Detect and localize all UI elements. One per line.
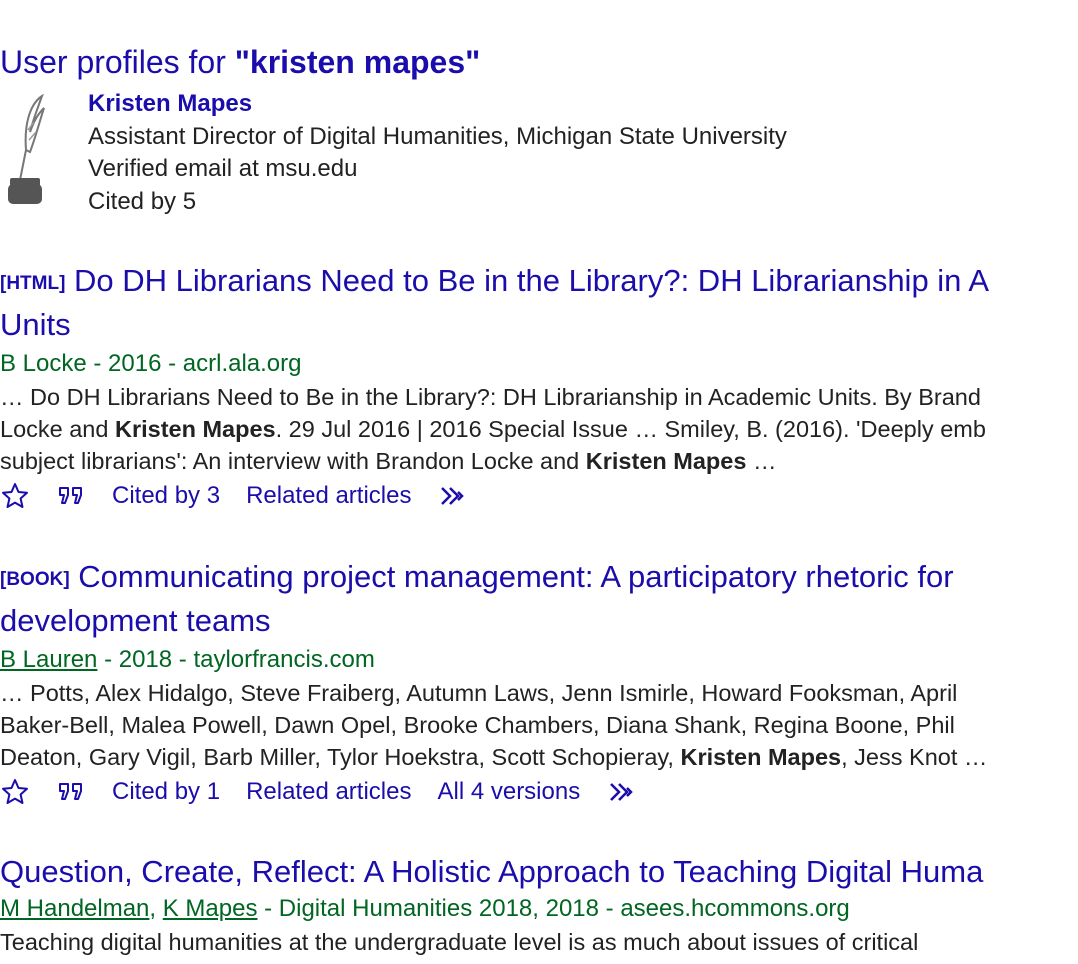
- snippet-line: Teaching digital humanities at the under…: [0, 929, 919, 955]
- all-versions-link[interactable]: All 4 versions: [437, 773, 580, 811]
- result-meta: B Lauren - 2018 - taylorfrancis.com: [0, 646, 375, 673]
- cited-by-link[interactable]: Cited by 1: [112, 773, 220, 811]
- profile-name-link[interactable]: Kristen Mapes: [88, 88, 787, 121]
- result-actions: Cited by 3 Related articles: [0, 477, 1078, 515]
- result-author-link[interactable]: K Mapes: [163, 895, 258, 922]
- result-meta: B Locke - 2016 - acrl.ala.org: [0, 350, 302, 377]
- search-result: [BOOK] Communicating project management:…: [0, 556, 1078, 811]
- related-articles-link[interactable]: Related articles: [246, 477, 411, 515]
- result-type-tag: [HTML]: [0, 273, 66, 294]
- quote-icon[interactable]: [56, 777, 86, 807]
- result-title-link[interactable]: [HTML] Do DH Librarians Need to Be in th…: [0, 260, 1078, 304]
- result-type-tag: [BOOK]: [0, 569, 70, 590]
- snippet-line: … Do DH Librarians Need to Be in the Lib…: [0, 384, 981, 410]
- double-chevron-icon[interactable]: [439, 481, 469, 511]
- snippet-line: Baker-Bell, Malea Powell, Dawn Opel, Bro…: [0, 712, 955, 738]
- double-chevron-icon[interactable]: [608, 777, 638, 807]
- result-actions: Cited by 1 Related articles All 4 versio…: [0, 773, 1078, 811]
- result-snippet: … Do DH Librarians Need to Be in the Lib…: [0, 381, 1078, 477]
- search-result: [HTML] Do DH Librarians Need to Be in th…: [0, 260, 1078, 515]
- profiles-heading[interactable]: User profiles for "kristen mapes": [0, 40, 480, 84]
- profile-affiliation: Assistant Director of Digital Humanities…: [88, 122, 787, 150]
- snippet-line: Locke and Kristen Mapes. 29 Jul 2016 | 2…: [0, 416, 986, 442]
- result-title-link[interactable]: [BOOK] Communicating project management:…: [0, 556, 1078, 600]
- snippet-line: … Potts, Alex Hidalgo, Steve Fraiberg, A…: [0, 680, 958, 706]
- user-profile: Kristen Mapes Assistant Director of Digi…: [0, 88, 1078, 218]
- result-author-link[interactable]: B Lauren: [0, 646, 97, 673]
- snippet-line: subject librarians': An interview with B…: [0, 448, 777, 474]
- quill-ink-icon[interactable]: [6, 94, 48, 206]
- result-author-link[interactable]: M Handelman: [0, 895, 149, 922]
- result-snippet: Teaching digital humanities at the under…: [0, 926, 1078, 958]
- result-title-link[interactable]: Question, Create, Reflect: A Holistic Ap…: [0, 851, 1078, 892]
- result-title-link-cont[interactable]: Units: [0, 304, 1078, 345]
- star-icon[interactable]: [0, 481, 30, 511]
- scholar-results-page: User profiles for "kristen mapes" Kriste…: [0, 0, 1078, 964]
- result-meta: M Handelman, K Mapes - Digital Humanitie…: [0, 895, 850, 922]
- snippet-line: Deaton, Gary Vigil, Barb Miller, Tylor H…: [0, 744, 988, 770]
- result-snippet: … Potts, Alex Hidalgo, Steve Fraiberg, A…: [0, 677, 1078, 773]
- search-result: Question, Create, Reflect: A Holistic Ap…: [0, 851, 1078, 958]
- star-icon[interactable]: [0, 777, 30, 807]
- result-title-link-cont[interactable]: development teams: [0, 600, 1078, 641]
- result-author: B Locke: [0, 350, 87, 377]
- quote-icon[interactable]: [56, 481, 86, 511]
- profile-email: Verified email at msu.edu: [88, 155, 358, 182]
- profile-cited: Cited by 5: [88, 187, 197, 215]
- cited-by-link[interactable]: Cited by 3: [112, 477, 220, 515]
- related-articles-link[interactable]: Related articles: [246, 773, 411, 811]
